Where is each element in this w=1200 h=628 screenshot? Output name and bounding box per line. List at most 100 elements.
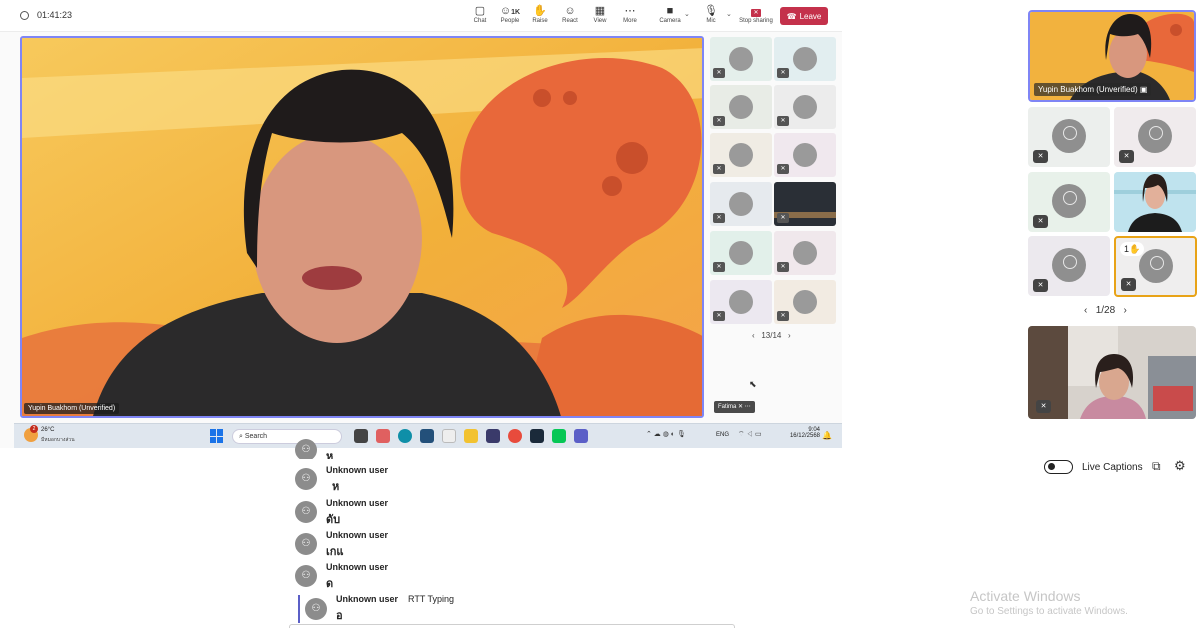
caption-pop-out-icon[interactable]: ⧉: [1152, 459, 1161, 474]
avatar: [793, 95, 817, 119]
caption-item: ⚇ Unknown user ด: [295, 562, 595, 592]
notification-bell-icon[interactable]: 🔔: [822, 431, 832, 440]
avatar: [729, 143, 753, 167]
participant-tile[interactable]: ✕: [774, 280, 836, 324]
live-captions-toggle[interactable]: [1044, 460, 1073, 474]
people-button[interactable]: ☺1K People: [495, 4, 525, 24]
participant-tile[interactable]: ✕: [1028, 107, 1110, 167]
camera-options-chevron-icon[interactable]: ⌄: [684, 10, 690, 18]
participant-tile[interactable]: ✕: [1028, 236, 1110, 296]
active-speaker-tile[interactable]: Yupin Buakhom (Unverified) ▣: [1028, 10, 1196, 102]
participant-tile[interactable]: ✕: [710, 37, 772, 81]
participant-name-tag[interactable]: Fatima ✕ ⋯: [714, 401, 755, 413]
smiley-icon: ☺: [564, 5, 576, 17]
mic-options-chevron-icon[interactable]: ⌄: [726, 10, 732, 18]
mic-off-icon: ✕: [777, 68, 789, 78]
chevron-right-icon[interactable]: ›: [1124, 305, 1127, 316]
mic-off-icon: ✕: [1033, 279, 1048, 292]
mic-off-icon: ✕: [1036, 400, 1051, 413]
hand-icon: ✋: [533, 5, 547, 17]
participant-tile-raised-hand[interactable]: ✕ 1✋: [1114, 236, 1197, 297]
camera-button[interactable]: ■ Camera: [655, 4, 685, 24]
gallery-pager: ‹ 1/28 ›: [1084, 305, 1127, 316]
shield-icon: [20, 10, 29, 20]
participant-tile[interactable]: ✕: [710, 280, 772, 324]
view-button[interactable]: ▦ View: [585, 4, 615, 24]
avatar: [1052, 119, 1086, 153]
participant-tile[interactable]: ✕: [710, 85, 772, 129]
raise-hand-button[interactable]: ✋ Raise: [525, 4, 555, 24]
screen-share-icon: ▣: [1139, 85, 1148, 94]
mic-off-icon: ✕: [1121, 278, 1136, 291]
mic-off-icon: ✕: [1119, 150, 1134, 163]
mini-grid-pager: ‹ 13/14 ›: [752, 331, 791, 340]
windows-start-icon[interactable]: [210, 429, 224, 443]
more-icon: ⋯: [744, 404, 751, 410]
participant-video-tile[interactable]: ✕: [774, 182, 836, 226]
chevron-left-icon[interactable]: ‹: [1084, 305, 1087, 316]
mic-off-icon: ✕: [777, 164, 789, 174]
mic-off-icon: ✕: [777, 213, 789, 223]
avatar: [793, 47, 817, 71]
people-icon: ☺: [499, 5, 512, 17]
caption-item: ⚇ ห: [295, 437, 595, 459]
settings-gear-icon[interactable]: ⚙: [1174, 458, 1186, 474]
participant-video-tile[interactable]: [1114, 172, 1196, 232]
more-icon: ⋯: [624, 5, 636, 17]
mic-off-icon: ✕: [777, 116, 789, 126]
participant-tile[interactable]: ✕: [774, 85, 836, 129]
system-tray[interactable]: ⌃ ☁ ◍ ◐ 🎙: [646, 430, 686, 438]
user-avatar-icon: ⚇: [295, 468, 317, 490]
stop-sharing-button[interactable]: ✕ Stop sharing: [736, 4, 776, 24]
main-speaker-video[interactable]: Yupin Buakhom (Unverified): [20, 36, 704, 418]
participant-video-image: [1114, 172, 1196, 232]
avatar: [793, 290, 817, 314]
mic-off-icon: ✕: [713, 164, 725, 174]
caption-item: ⚇ Unknown user ดับ: [295, 498, 595, 528]
chevron-right-icon[interactable]: ›: [788, 331, 791, 340]
participant-tile[interactable]: ✕: [710, 182, 772, 226]
mic-off-icon: ✕: [1033, 150, 1048, 163]
participant-tile[interactable]: ✕: [710, 231, 772, 275]
network-volume-battery-icons[interactable]: ⌔ ◁ ▭: [738, 430, 762, 439]
mic-off-icon: 🎙: [704, 5, 718, 17]
taskbar-clock[interactable]: 9:04 16/12/2568: [782, 427, 820, 439]
participant-tile[interactable]: ✕: [710, 133, 772, 177]
mic-off-icon: ✕: [713, 213, 725, 223]
avatar: [1138, 119, 1172, 153]
speaker-video-image: [22, 38, 702, 416]
leave-button[interactable]: ☎ Leave: [780, 7, 828, 25]
caption-input-edge: [289, 624, 735, 628]
participant-tile[interactable]: ✕: [774, 37, 836, 81]
avatar: [729, 290, 753, 314]
participant-tile[interactable]: ✕: [1114, 107, 1196, 167]
stop-share-icon: ✕: [751, 9, 761, 17]
participant-tile[interactable]: ✕: [774, 231, 836, 275]
avatar: [729, 241, 753, 265]
chat-icon: ▢: [474, 5, 486, 17]
chat-button[interactable]: ▢ Chat: [465, 4, 495, 24]
weather-desc: มีหมอกบางส่วน: [41, 437, 75, 443]
avatar: [729, 95, 753, 119]
grid-icon: ▦: [594, 5, 606, 17]
chevron-left-icon[interactable]: ‹: [752, 331, 755, 340]
participant-tile[interactable]: ✕: [774, 133, 836, 177]
speaker-name-tag: Yupin Buakhom (Unverified) ▣: [1034, 83, 1152, 96]
user-avatar-icon: ⚇: [295, 501, 317, 523]
mic-off-icon: ✕: [713, 311, 725, 321]
hand-icon: ✋: [1129, 244, 1141, 254]
mic-off-icon: ✕: [738, 404, 745, 410]
avatar: [1052, 248, 1086, 282]
self-video-image: [1028, 326, 1196, 419]
self-video-tile[interactable]: ✕: [1028, 326, 1196, 419]
user-avatar-icon: ⚇: [305, 598, 327, 620]
weather-temp: 26°C: [41, 427, 55, 433]
mic-off-icon: ✕: [713, 262, 725, 272]
more-button[interactable]: ⋯ More: [615, 4, 645, 24]
react-button[interactable]: ☺ React: [555, 4, 585, 24]
mic-off-icon: ✕: [777, 262, 789, 272]
participant-tile[interactable]: ✕: [1028, 172, 1110, 232]
avatar: [729, 192, 753, 216]
language-indicator[interactable]: ENG: [716, 432, 729, 438]
mic-button[interactable]: 🎙 Mic: [696, 4, 726, 24]
